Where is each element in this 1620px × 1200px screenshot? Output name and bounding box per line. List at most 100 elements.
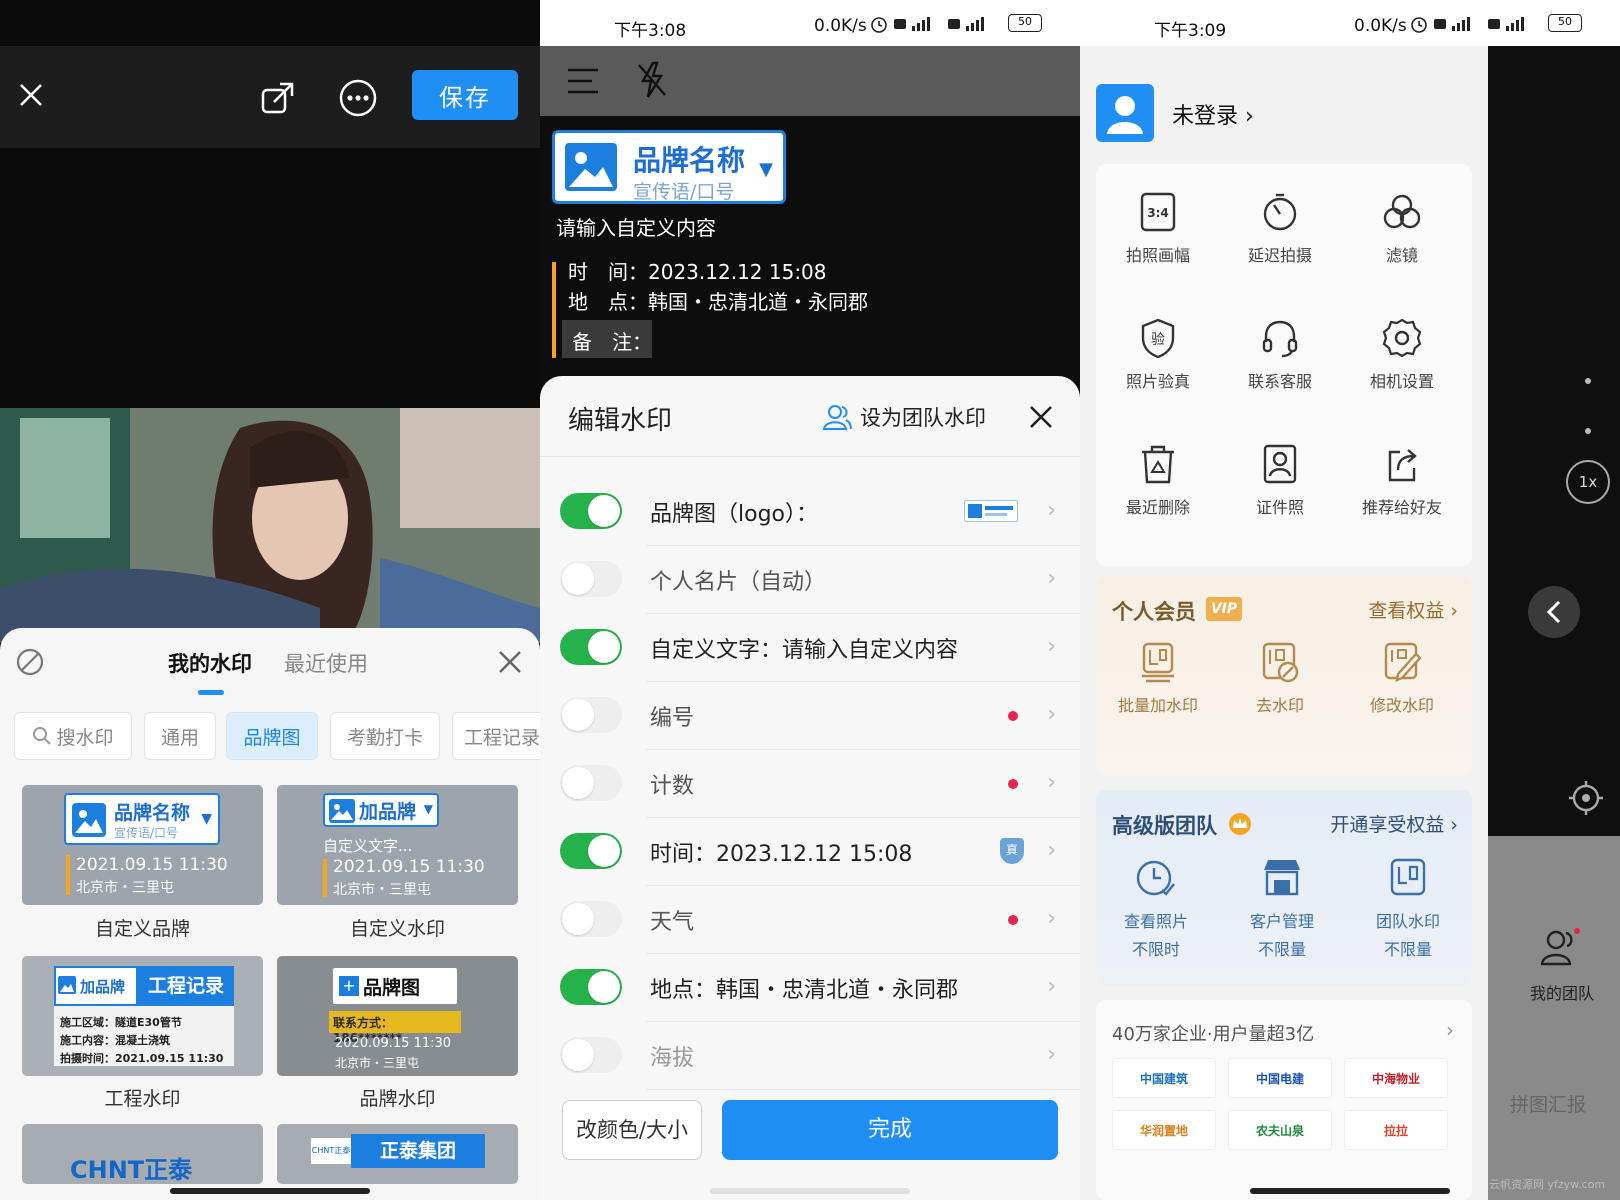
user-icon — [1107, 96, 1143, 134]
tab-recent[interactable]: 最近使用 — [284, 648, 368, 678]
watermark-card-logo[interactable]: CHNT正泰 — [22, 1124, 263, 1184]
menu-item-verify-photo[interactable]: 验照片验真 — [1098, 316, 1218, 392]
toggle-row[interactable]: 海拔 › — [540, 1020, 1080, 1090]
menu-item-label: 证件照 — [1255, 498, 1304, 517]
share-icon[interactable] — [256, 76, 300, 120]
menu-item-share-friend[interactable]: 推荐给好友 — [1342, 442, 1462, 518]
menu-item-recent-delete[interactable]: 最近删除 — [1098, 442, 1218, 518]
custom-text-preview: 请输入自定义内容 — [556, 216, 716, 240]
chip-attendance[interactable]: 考勤打卡 — [330, 712, 440, 760]
watermark-card-brand[interactable]: + 品牌图 联系方式：186******* 2020.09.15 11:30 北… — [277, 956, 518, 1076]
team-watermark-button[interactable]: 设为团队水印 — [822, 400, 986, 434]
search-watermark-chip[interactable]: 搜水印 — [14, 712, 132, 760]
menu-item-customer-service[interactable]: 联系客服 — [1220, 316, 1340, 392]
contact-strip: 联系方式：186******* — [329, 1011, 461, 1045]
team-item[interactable]: 客户管理 不限量 — [1222, 856, 1342, 960]
status-speed: 0.0K/s — [1354, 16, 1407, 36]
my-team-label[interactable]: 我的团队 — [1530, 980, 1594, 1004]
avatar[interactable] — [1096, 84, 1154, 142]
watermark-card-engineering[interactable]: 加品牌 工程记录 施工区域：隧道E30管节 施工内容：混凝土浇筑 拍摄时间：20… — [22, 956, 263, 1076]
verified-shield-icon: 真 — [1000, 838, 1024, 864]
chevron-right-icon: › — [1047, 702, 1056, 727]
signal-icon — [1488, 17, 1524, 31]
toggle-row[interactable]: 地点：韩国・忠清北道・永同郡 › — [540, 952, 1080, 1022]
toggle-row[interactable]: 时间：2023.12.12 15:08 真 › — [540, 816, 1080, 886]
vip-item[interactable]: 修改水印 — [1342, 640, 1462, 716]
toggle-row[interactable]: 自定义文字：请输入自定义内容 › — [540, 612, 1080, 682]
close-icon[interactable] — [14, 78, 48, 112]
enterprise-title: 40万家企业·用户量超3亿 — [1112, 1024, 1315, 1045]
close-sheet-icon[interactable] — [1024, 400, 1058, 434]
menu-item-aspect-ratio[interactable]: 3:4 拍照画幅 — [1098, 190, 1218, 266]
toggle-switch[interactable] — [560, 969, 622, 1005]
remove-watermark-icon — [1258, 640, 1302, 684]
toggle-switch[interactable] — [560, 901, 622, 937]
locate-icon[interactable] — [1566, 778, 1606, 818]
no-watermark-icon[interactable] — [14, 646, 46, 678]
more-icon[interactable] — [336, 76, 380, 120]
collage-report-label[interactable]: 拼图汇报 — [1498, 1090, 1598, 1117]
chevron-right-icon[interactable]: › — [1446, 1018, 1454, 1042]
toggle-switch[interactable] — [560, 1037, 622, 1073]
edit-watermark-screen: 下午3:08 0.0K/s 50 品牌名称 宣传语/口号 ▼ 请输入自定义内容 … — [540, 0, 1080, 1200]
toggle-switch[interactable] — [560, 561, 622, 597]
toggle-switch[interactable] — [560, 833, 622, 869]
watermark-card-company[interactable]: CHNT正泰 正泰集团 — [277, 1124, 518, 1184]
menu-item-id-photo[interactable]: 证件照 — [1220, 442, 1340, 518]
login-link[interactable]: 未登录 › — [1172, 98, 1254, 130]
toggle-switch[interactable] — [560, 765, 622, 801]
toggle-switch[interactable] — [560, 629, 622, 665]
alarm-icon — [871, 17, 887, 33]
chip-engineering[interactable]: 工程记录 — [452, 712, 540, 760]
team-item[interactable]: 团队水印 不限量 — [1348, 856, 1468, 960]
filter-icon — [1380, 190, 1424, 234]
save-button[interactable]: 保存 — [412, 70, 518, 120]
menu-item-timer[interactable]: 延迟拍摄 — [1220, 190, 1340, 266]
vip-item[interactable]: 去水印 — [1220, 640, 1340, 716]
view-benefits-link[interactable]: 查看权益 › — [1368, 596, 1458, 623]
toggle-switch[interactable] — [560, 493, 622, 529]
team-item[interactable]: 查看照片 不限时 — [1096, 856, 1216, 960]
sheet-title: 编辑水印 — [568, 406, 673, 436]
my-team-icon[interactable] — [1536, 926, 1582, 970]
toggle-row[interactable]: 天气 › — [540, 884, 1080, 954]
camera-toolbar — [540, 46, 1080, 116]
watermark-card-custom-brand[interactable]: 品牌名称 宣传语/口号 ▼ 2021.09.15 11:30 北京市・三里屯 — [22, 785, 263, 905]
watermark-card-custom[interactable]: 加品牌 ▼ 自定义文字... 2021.09.15 11:30 北京市・三里屯 — [277, 785, 518, 905]
toggle-row[interactable]: 品牌图（logo）： › — [540, 476, 1080, 546]
zoom-button[interactable]: 1x — [1566, 460, 1610, 504]
open-benefits-link[interactable]: 开通享受权益 › — [1330, 810, 1458, 837]
team-item-label: 客户管理 — [1249, 912, 1314, 931]
team-item-sub: 不限量 — [1383, 940, 1432, 959]
menu-icon[interactable] — [564, 62, 602, 100]
toggle-row[interactable]: 编号 › — [540, 680, 1080, 750]
flash-off-icon[interactable] — [632, 60, 672, 100]
menu-item-label: 最近删除 — [1125, 498, 1190, 517]
view-photos-icon — [1134, 856, 1178, 900]
chevron-right-icon: › — [1047, 838, 1056, 863]
toggle-row[interactable]: 个人名片（自动） › — [540, 544, 1080, 614]
row-label: 计数 — [650, 774, 695, 799]
toggle-row[interactable]: 计数 › — [540, 748, 1080, 818]
site-watermark: @云帆资源网 yfzyw.com — [1478, 1178, 1606, 1191]
brand-logo-preview[interactable]: 品牌名称 宣传语/口号 ▼ — [552, 130, 786, 204]
image-icon — [329, 799, 355, 823]
place-label: 地 点： — [568, 290, 648, 314]
brand-name: 品牌名称 — [633, 144, 746, 177]
chip-general[interactable]: 通用 — [144, 712, 216, 760]
close-panel-icon[interactable] — [494, 646, 526, 678]
menu-item-filter[interactable]: 滤镜 — [1342, 190, 1462, 266]
toggle-switch[interactable] — [560, 697, 622, 733]
menu-item-settings[interactable]: 相机设置 — [1342, 316, 1462, 392]
card-time: 2021.09.15 11:30 — [76, 855, 228, 875]
card-place: 北京市・三里屯 — [333, 882, 431, 898]
chip-brand[interactable]: 品牌图 — [226, 712, 318, 760]
done-button[interactable]: 完成 — [722, 1100, 1058, 1160]
change-color-size-button[interactable]: 改颜色/大小 — [562, 1100, 702, 1160]
vip-item[interactable]: 批量加水印 — [1098, 640, 1218, 716]
tab-my-watermark[interactable]: 我的水印 — [168, 648, 252, 678]
enterprise-logo: 中国电建 — [1228, 1058, 1332, 1098]
id-photo-icon — [1258, 442, 1302, 486]
accent-bar — [323, 859, 327, 897]
back-arrow-button[interactable] — [1528, 586, 1580, 638]
